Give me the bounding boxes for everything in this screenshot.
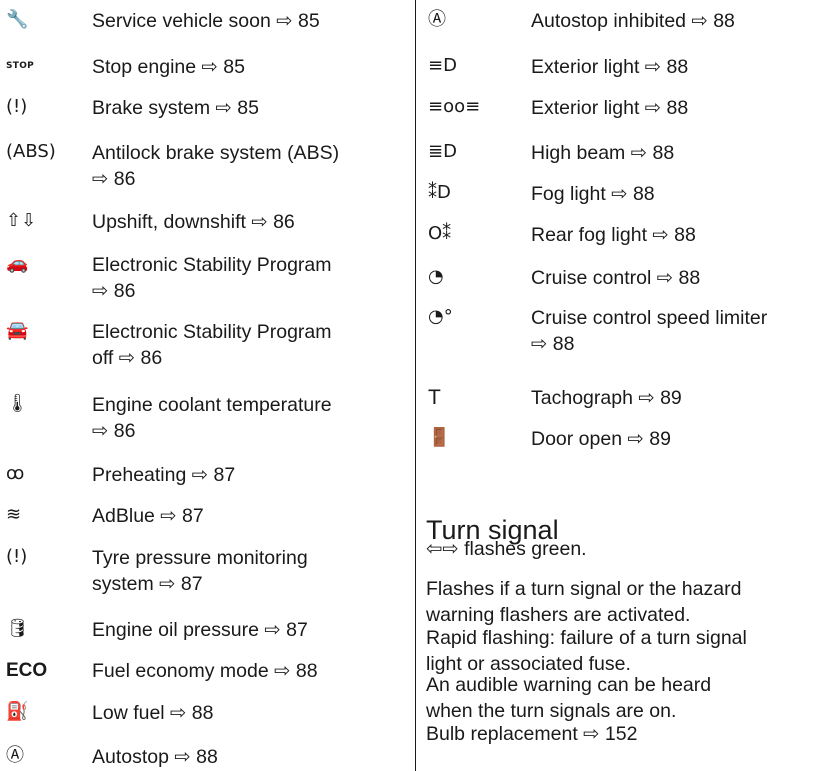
item-label: Engine oil pressure ⇨ 87: [92, 617, 410, 643]
brake-system-icon: (!): [6, 96, 28, 117]
item-text-line: Low fuel ⇨ 88: [92, 702, 214, 724]
item-label: Stop engine ⇨ 85: [92, 54, 410, 80]
item-text-line: Cruise control speed limiter: [531, 307, 768, 329]
item-text-line: ⇨ 88: [531, 333, 575, 355]
cruise-control-icon: ◔: [428, 266, 444, 287]
item-text-line: ⇨ 86: [92, 280, 136, 302]
item-label: Tachograph ⇨ 89: [531, 385, 822, 411]
item-text-line: Fog light ⇨ 88: [531, 183, 655, 205]
autostop-inhibited-icon: Ⓐ: [428, 9, 446, 30]
item-text-line: off ⇨ 86: [92, 347, 163, 369]
item-label: Autostop inhibited ⇨ 88: [531, 8, 822, 34]
item-label: Rear fog light ⇨ 88: [531, 222, 822, 248]
item-text-line: ⇨ 86: [92, 168, 136, 190]
item-label: Brake system ⇨ 85: [92, 95, 410, 121]
item-label: Door open ⇨ 89: [531, 426, 822, 452]
door-open-icon: 🚪: [428, 427, 451, 448]
item-label: Tyre pressure monitoring system ⇨ 87: [92, 545, 410, 597]
abs-icon: (ABS): [6, 141, 56, 162]
column-divider: [415, 0, 416, 771]
item-text-line: system ⇨ 87: [92, 573, 203, 595]
high-beam-icon: ≣D: [428, 141, 457, 162]
item-text-line: Tyre pressure monitoring: [92, 547, 308, 569]
item-text-line: Stop engine ⇨ 85: [92, 56, 245, 78]
tyre-pressure-icon: (!): [6, 546, 28, 567]
parking-light-icon: ≡oo≡: [428, 96, 481, 117]
item-text-line: Engine oil pressure ⇨ 87: [92, 619, 308, 641]
item-label: Antilock brake system (ABS) ⇨ 86: [92, 140, 410, 192]
item-label: Exterior light ⇨ 88: [531, 54, 822, 80]
item-label: Cruise control speed limiter ⇨ 88: [531, 305, 822, 357]
item-label: Engine coolant temperature ⇨ 86: [92, 392, 410, 444]
paragraph-line: ⇦⇨ flashes green.: [426, 538, 587, 560]
item-label: Cruise control ⇨ 88: [531, 265, 822, 291]
adblue-icon: ≋: [6, 504, 22, 525]
item-label: Electronic Stability Program off ⇨ 86: [92, 319, 410, 371]
esp-off-icon: 🚘: [6, 320, 29, 341]
item-label: High beam ⇨ 88: [531, 140, 822, 166]
coolant-temperature-icon: 🌡: [6, 393, 29, 414]
preheating-icon: ꝏ: [6, 463, 25, 484]
autostop-icon: Ⓐ: [6, 745, 24, 766]
item-text-line: Rear fog light ⇨ 88: [531, 224, 696, 246]
item-text-line: Preheating ⇨ 87: [92, 464, 236, 486]
low-fuel-icon: ⛽: [6, 701, 29, 722]
item-text-line: Tachograph ⇨ 89: [531, 387, 682, 409]
item-label: Low fuel ⇨ 88: [92, 700, 410, 726]
fog-light-icon: ⁑D: [428, 182, 451, 203]
item-text-line: Service vehicle soon ⇨ 85: [92, 10, 320, 32]
item-text-line: ⇨ 86: [92, 420, 136, 442]
paragraph-line: An audible warning can be heard: [426, 674, 712, 696]
item-label: Fog light ⇨ 88: [531, 181, 822, 207]
item-text-line: Engine coolant temperature: [92, 394, 332, 416]
item-text-line: AdBlue ⇨ 87: [92, 505, 204, 527]
item-text-line: Electronic Stability Program: [92, 321, 332, 343]
item-text-line: Brake system ⇨ 85: [92, 97, 259, 119]
tachograph-icon: T: [428, 385, 441, 409]
item-label: AdBlue ⇨ 87: [92, 503, 410, 529]
speed-limiter-icon: ◔°: [428, 306, 453, 327]
item-label: Autostop ⇨ 88: [92, 744, 410, 770]
wrench-icon: 🔧: [6, 9, 29, 30]
paragraph-line: Bulb replacement ⇨ 152: [426, 723, 638, 745]
exterior-light-icon: ≡D: [428, 55, 457, 76]
esp-icon: 🚗: [6, 253, 29, 274]
item-label: Service vehicle soon ⇨ 85: [92, 8, 410, 34]
item-label: Fuel economy mode ⇨ 88: [92, 658, 410, 684]
item-text-line: Cruise control ⇨ 88: [531, 267, 701, 289]
item-text-line: Fuel economy mode ⇨ 88: [92, 660, 318, 682]
item-text-line: Autostop ⇨ 88: [92, 746, 218, 768]
item-label: Preheating ⇨ 87: [92, 462, 410, 488]
shift-icon: ⇧⇩: [6, 210, 37, 231]
oil-pressure-icon: 🛢: [6, 618, 29, 639]
manual-page: 🔧 Service vehicle soon ⇨ 85 STOP Stop engin…: [0, 0, 822, 771]
paragraph-line: Flashes if a turn signal or the hazard: [426, 578, 742, 600]
item-label: Electronic Stability Program ⇨ 86: [92, 252, 410, 304]
rear-fog-light-icon: O⁑: [428, 223, 452, 244]
stop-icon: STOP: [6, 60, 35, 71]
item-text-line: Exterior light ⇨ 88: [531, 97, 689, 119]
item-text-line: Antilock brake system (ABS): [92, 142, 340, 164]
item-label: Upshift, downshift ⇨ 86: [92, 209, 410, 235]
item-text-line: Upshift, downshift ⇨ 86: [92, 211, 295, 233]
eco-icon: ECO: [6, 659, 48, 681]
item-text-line: Autostop inhibited ⇨ 88: [531, 10, 735, 32]
paragraph-line: Rapid flashing: failure of a turn signal: [426, 627, 747, 649]
item-label: Exterior light ⇨ 88: [531, 95, 822, 121]
item-text-line: Electronic Stability Program: [92, 254, 332, 276]
item-text-line: Door open ⇨ 89: [531, 428, 671, 450]
item-text-line: Exterior light ⇨ 88: [531, 56, 689, 78]
item-text-line: High beam ⇨ 88: [531, 142, 675, 164]
